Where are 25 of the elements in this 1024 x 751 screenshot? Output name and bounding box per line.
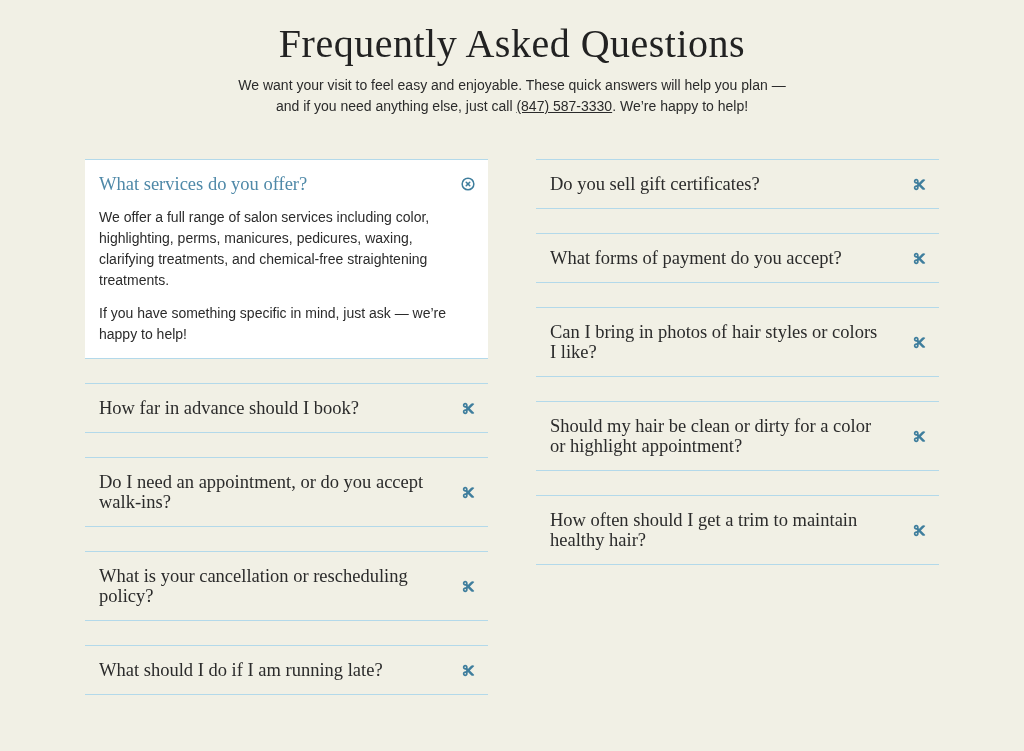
faq-question[interactable]: Do you sell gift certificates?	[536, 160, 939, 208]
faq-question[interactable]: Do I need an appointment, or do you accept walk-ins?	[85, 458, 488, 526]
scissors-icon	[913, 251, 926, 265]
faq-question[interactable]: What forms of payment do you accept?	[536, 234, 939, 282]
scissors-icon	[462, 401, 475, 415]
scissors-icon	[462, 579, 475, 593]
scissors-icon	[913, 177, 926, 191]
scissors-icon	[913, 429, 926, 443]
faq-question[interactable]: What should I do if I am running late?	[85, 646, 488, 694]
phone-link[interactable]: (847) 587-3330	[516, 98, 613, 114]
answer-text: If you have something specific in mind, just ask — we’re happy to help!	[99, 304, 448, 344]
page-title: Frequently Asked Questions	[278, 21, 746, 67]
faq-question[interactable]: Should my hair be clean or dirty for a color or highlight appointment?	[536, 402, 939, 470]
faq-question[interactable]: How often should I get a trim to maintain healthy hair?	[536, 496, 939, 564]
faq-question[interactable]: What is your cancellation or rescheduling policy?	[85, 552, 488, 620]
scissors-icon	[462, 485, 475, 499]
answer-text: We offer a full range of salon services including color, highlighting, perms, manicures, pedicures, waxing, clarifying treatments, and chemical-free straightening treatments.	[99, 208, 431, 290]
faq-question[interactable]: Can I bring in photos of hair styles or colors I like?	[536, 308, 939, 376]
scissors-icon	[462, 663, 475, 677]
faq-question[interactable]: What services do you offer?	[85, 160, 488, 194]
close-circle-icon	[461, 177, 475, 191]
faq-question[interactable]: How far in advance should I book?	[85, 384, 488, 432]
scissors-icon	[913, 523, 926, 537]
scissors-icon	[913, 335, 926, 349]
intro-text: We want your visit to feel easy and enjoyable. These quick answers will help you plan — and if you need anything else, just call (847) 587-3330. We’re happy to help!	[238, 76, 786, 116]
